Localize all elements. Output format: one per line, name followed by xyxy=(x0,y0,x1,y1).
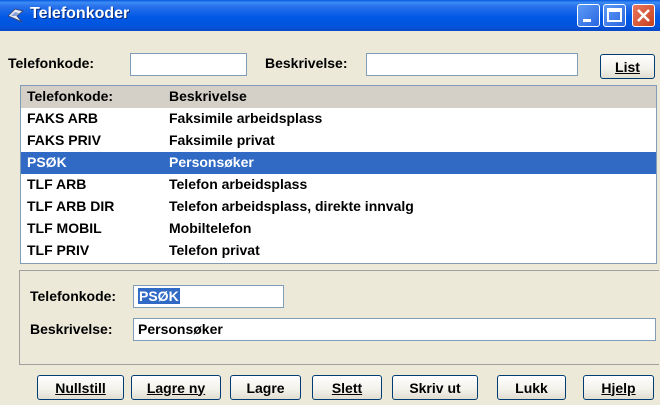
list-item[interactable]: TLF ARB Telefon arbeidsplass xyxy=(21,174,656,196)
help-button[interactable]: Hjelp xyxy=(583,375,654,400)
detail-desc-label: Beskrivelse: xyxy=(30,321,113,337)
list-item-code: TLF PRIV xyxy=(27,242,90,258)
minimize-icon xyxy=(583,19,591,22)
close-button-label: Lukk xyxy=(515,379,548,396)
list-header: Telefonkode: Beskrivelse xyxy=(21,86,656,108)
list-item[interactable]: TLF MOBIL Mobiltelefon xyxy=(21,218,656,240)
help-button-label: Hjelp xyxy=(601,379,636,396)
column-header-code[interactable]: Telefonkode: xyxy=(27,88,113,104)
close-window-button[interactable] xyxy=(632,4,655,27)
maximize-button[interactable] xyxy=(603,4,626,27)
close-icon xyxy=(637,9,650,22)
list-item-description: Personsøker xyxy=(169,154,254,170)
detail-code-value: PSØK xyxy=(138,288,180,304)
list-item-description: Telefon arbeidsplass xyxy=(169,176,308,192)
print-button[interactable]: Skriv ut xyxy=(392,375,478,400)
detail-code-label: Telefonkode: xyxy=(30,288,117,304)
search-code-label: Telefonkode: xyxy=(8,55,95,71)
minimize-button[interactable] xyxy=(577,4,600,27)
search-desc-input[interactable] xyxy=(366,53,578,76)
list-item[interactable]: FAKS PRIV Faksimile privat xyxy=(21,130,656,152)
list-item-code: TLF ARB xyxy=(27,176,87,192)
list-button-label: List xyxy=(615,58,640,75)
list-item[interactable]: TLF ARB DIR Telefon arbeidsplass, direkt… xyxy=(21,196,656,218)
list-item-code: FAKS ARB xyxy=(27,110,99,126)
list-item-description: Telefon arbeidsplass, direkte innvalg xyxy=(169,198,414,214)
detail-desc-input[interactable]: Personsøker xyxy=(133,318,656,341)
detail-code-input[interactable]: PSØK xyxy=(133,285,284,308)
delete-button-label: Slett xyxy=(331,379,363,396)
save-button-label: Lagre xyxy=(246,379,285,396)
save-new-button-label: Lagre ny xyxy=(146,379,206,396)
list-item-description: Faksimile arbeidsplass xyxy=(169,110,323,126)
telefonkoder-window: Telefonkoder Telefonkode: Beskrivelse: L… xyxy=(0,0,660,405)
list-item-code: FAKS PRIV xyxy=(27,132,101,148)
list-item-selected[interactable]: PSØK Personsøker xyxy=(21,152,656,174)
save-new-button[interactable]: Lagre ny xyxy=(131,375,221,400)
window-title: Telefonkoder xyxy=(30,5,130,22)
title-bar[interactable]: Telefonkoder xyxy=(0,0,660,31)
save-button[interactable]: Lagre xyxy=(230,375,301,400)
list-item-description: Mobiltelefon xyxy=(169,220,252,236)
list-item[interactable]: FAKS ARB Faksimile arbeidsplass xyxy=(21,108,656,130)
list-item-code: TLF MOBIL xyxy=(27,220,102,236)
print-button-label: Skriv ut xyxy=(409,379,461,396)
list-item[interactable]: TLF PRIV Telefon privat xyxy=(21,240,656,262)
list-item-description: Telefon privat xyxy=(169,242,260,258)
list-item-code: TLF ARB DIR xyxy=(27,198,115,214)
column-header-description[interactable]: Beskrivelse xyxy=(169,88,247,104)
list-item-description: Faksimile privat xyxy=(169,132,275,148)
search-code-input[interactable] xyxy=(130,53,247,76)
list-button[interactable]: List xyxy=(600,54,655,79)
search-desc-label: Beskrivelse: xyxy=(265,55,348,71)
window-bottom-edge xyxy=(0,401,660,405)
delete-button[interactable]: Slett xyxy=(312,375,382,400)
close-button[interactable]: Lukk xyxy=(497,375,566,400)
phone-code-list[interactable]: Telefonkode: Beskrivelse FAKS ARB Faksim… xyxy=(20,85,657,264)
reset-button[interactable]: Nullstill xyxy=(37,375,124,400)
reset-button-label: Nullstill xyxy=(55,379,106,396)
app-bird-icon xyxy=(7,8,24,23)
maximize-icon xyxy=(607,8,622,22)
list-item-code: PSØK xyxy=(27,154,67,170)
